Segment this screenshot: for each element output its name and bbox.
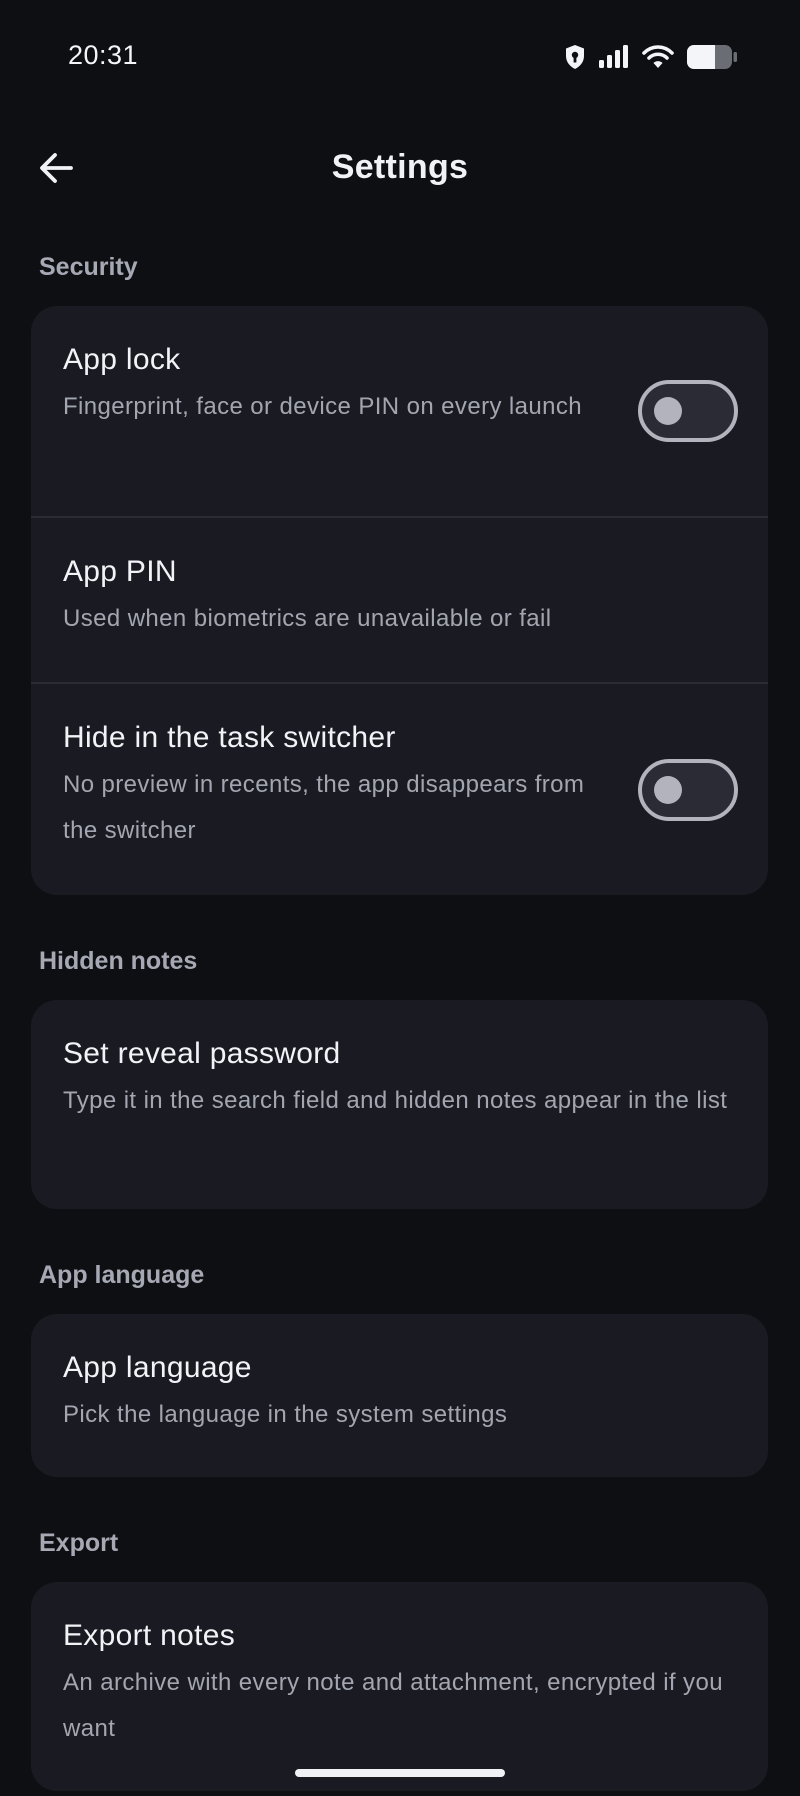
app-lock-text: App lock Fingerprint, face or device PIN… [63, 342, 593, 430]
security-card: App lock Fingerprint, face or device PIN… [31, 306, 768, 895]
home-indicator[interactable] [295, 1769, 505, 1777]
page-title: Settings [331, 148, 469, 186]
settings-list: Security App lock Fingerprint, face or d… [31, 250, 768, 1796]
app-language-card: App language Pick the language in the sy… [31, 1314, 768, 1477]
row-subtitle: Fingerprint, face or device PIN on every… [63, 393, 583, 420]
signal-icon [598, 45, 630, 69]
battery-icon [686, 44, 738, 70]
status-time: 20:31 [68, 40, 139, 70]
row-title: App PIN [63, 555, 177, 588]
app-language-row[interactable]: App language Pick the language in the sy… [31, 1314, 768, 1477]
section-header-app-language: App language [39, 1261, 205, 1289]
hide-task-switcher-row[interactable]: Hide in the task switcher No preview in … [31, 684, 768, 895]
row-title: Set reveal password [63, 1037, 341, 1070]
row-subtitle: Used when biometrics are unavailable or … [63, 605, 552, 632]
wifi-icon [642, 45, 674, 69]
switch-thumb [654, 775, 682, 804]
export-card: Export notes An archive with every note … [31, 1582, 768, 1791]
row-title: App language [63, 1351, 252, 1384]
row-title: Export notes [63, 1619, 236, 1652]
section-header-export: Export [39, 1529, 119, 1557]
status-bar: 20:31 [0, 0, 800, 110]
row-title: App lock [63, 343, 181, 376]
reveal-password-row[interactable]: Set reveal password Type it in the searc… [31, 1000, 768, 1209]
app-lock-switch[interactable] [638, 380, 738, 442]
section-header-hidden-notes: Hidden notes [39, 947, 198, 975]
settings-screen: 20:31 Settings Security App lock Fingerp… [0, 0, 800, 1796]
row-subtitle: An archive with every note and attachmen… [63, 1669, 723, 1742]
row-subtitle: Type it in the search field and hidden n… [63, 1087, 728, 1114]
section-header-security: Security [39, 253, 138, 281]
hidden-notes-card: Set reveal password Type it in the searc… [31, 1000, 768, 1209]
switch-thumb [654, 397, 682, 425]
row-subtitle: Pick the language in the system settings [63, 1401, 508, 1428]
app-pin-row[interactable]: App PIN Used when biometrics are unavail… [31, 518, 768, 684]
export-notes-row[interactable]: Export notes An archive with every note … [31, 1582, 768, 1791]
status-icons [564, 42, 738, 72]
app-lock-row[interactable]: App lock Fingerprint, face or device PIN… [31, 306, 768, 518]
row-title: Hide in the task switcher [63, 721, 396, 754]
row-subtitle: No preview in recents, the app disappear… [63, 771, 585, 844]
shield-icon [564, 44, 586, 70]
hide-task-switcher-switch[interactable] [638, 758, 738, 821]
hide-task-switcher-text: Hide in the task switcher No preview in … [63, 720, 593, 854]
top-app-bar: Settings [0, 130, 800, 210]
